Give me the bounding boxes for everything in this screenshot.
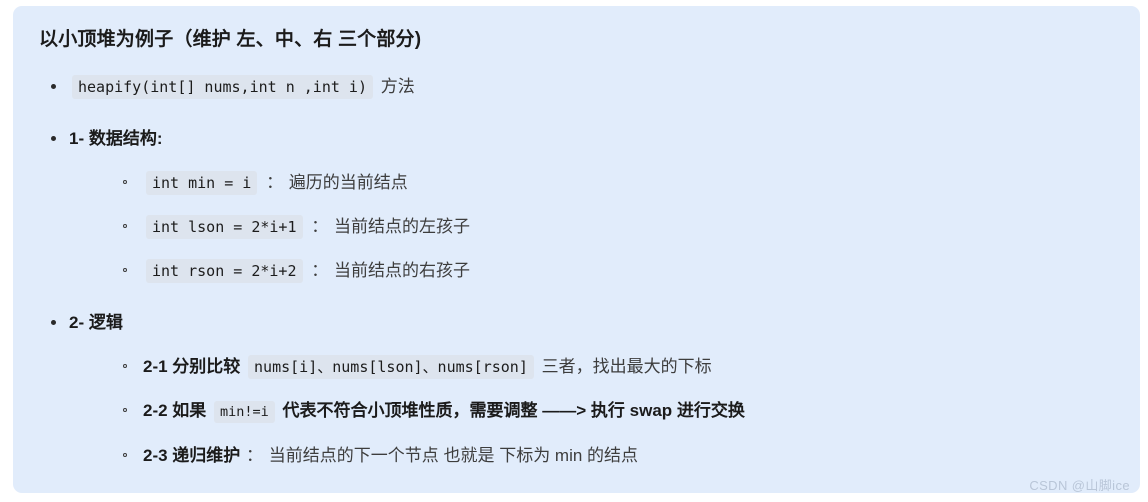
code-chip-rson: int rson = 2*i+2 — [146, 258, 303, 283]
min-description: 遍历的当前结点 — [288, 172, 408, 192]
code-chip-lson: int lson = 2*i+1 — [146, 214, 303, 239]
bullet-dot-icon — [51, 319, 56, 325]
logic-2-1-lead: 2-1 分别比较 — [143, 356, 241, 376]
rson-description: 当前结点的右孩子 — [333, 260, 470, 280]
data-structure-sublist: int min = i ： 遍历的当前结点 int lson = 2*i+1 ：… — [69, 161, 1114, 293]
logic-label: 2- 逻辑 — [69, 312, 123, 332]
bullet-ring-icon — [123, 223, 127, 228]
list-item-logic-2-3: 2-3 递归维护 ： 当前结点的下一个节点 也就是 下标为 min 的结点 — [69, 434, 1114, 477]
bullet-ring-icon — [123, 363, 127, 368]
separator-colon: ： — [246, 445, 264, 465]
logic-2-2-tail: 代表不符合小顶堆性质，需要调整 ——> 执行 swap 进行交换 — [282, 400, 745, 420]
list-item-logic: 2- 逻辑 2-1 分别比较 nums[i]、nums[lson]、nums[r… — [39, 301, 1114, 477]
code-chip-heapify: heapify(int[] nums,int n ,int i) — [72, 74, 373, 99]
logic-2-1-tail: 三者，找出最大的下标 — [541, 356, 712, 376]
logic-2-3-lead: 2-3 递归维护 — [143, 445, 241, 465]
heapify-trailing-label: 方法 — [380, 76, 415, 96]
logic-2-2-lead: 2-2 如果 — [143, 400, 207, 420]
list-item-heapify-method: heapify(int[] nums,int n ,int i) 方法 — [39, 65, 1114, 109]
logic-2-3-tail: 当前结点的下一个节点 也就是 下标为 min 的结点 — [268, 445, 639, 465]
bullet-ring-icon — [123, 179, 127, 184]
outline-list: heapify(int[] nums,int n ,int i) 方法 1- 数… — [39, 65, 1114, 477]
logic-sublist: 2-1 分别比较 nums[i]、nums[lson]、nums[rson] 三… — [69, 345, 1114, 477]
bullet-ring-icon — [123, 407, 127, 412]
bullet-dot-icon — [51, 135, 56, 141]
list-item-logic-2-1: 2-1 分别比较 nums[i]、nums[lson]、nums[rson] 三… — [69, 345, 1114, 389]
code-chip-min-not-equal-i: min!=i — [214, 400, 275, 423]
lson-description: 当前结点的左孩子 — [333, 216, 470, 236]
bullet-ring-icon — [123, 267, 127, 272]
data-structure-label: 1- 数据结构: — [69, 128, 163, 148]
separator-colon: ： — [311, 260, 329, 280]
list-item-rson: int rson = 2*i+2 ： 当前结点的右孩子 — [69, 249, 1114, 293]
list-item-lson: int lson = 2*i+1 ： 当前结点的左孩子 — [69, 205, 1114, 249]
bullet-ring-icon — [123, 452, 127, 457]
list-item-min: int min = i ： 遍历的当前结点 — [69, 161, 1114, 205]
separator-colon: ： — [311, 216, 329, 236]
separator-colon: ： — [266, 172, 284, 192]
code-chip-nums-compare: nums[i]、nums[lson]、nums[rson] — [248, 354, 534, 379]
csdn-watermark: CSDN @山脚ice — [1029, 478, 1130, 493]
screenshot-root: 以小顶堆为例子（维护 左、中、右 三个部分) heapify(int[] num… — [0, 0, 1148, 502]
page-title: 以小顶堆为例子（维护 左、中、右 三个部分) — [39, 29, 422, 50]
list-item-data-structure: 1- 数据结构: int min = i ： 遍历的当前结点 int lson … — [39, 117, 1114, 293]
list-item-logic-2-2: 2-2 如果 min!=i 代表不符合小顶堆性质，需要调整 ——> 执行 swa… — [69, 389, 1114, 434]
note-card: 以小顶堆为例子（维护 左、中、右 三个部分) heapify(int[] num… — [13, 6, 1140, 493]
code-chip-min: int min = i — [146, 170, 258, 195]
bullet-dot-icon — [51, 83, 56, 89]
